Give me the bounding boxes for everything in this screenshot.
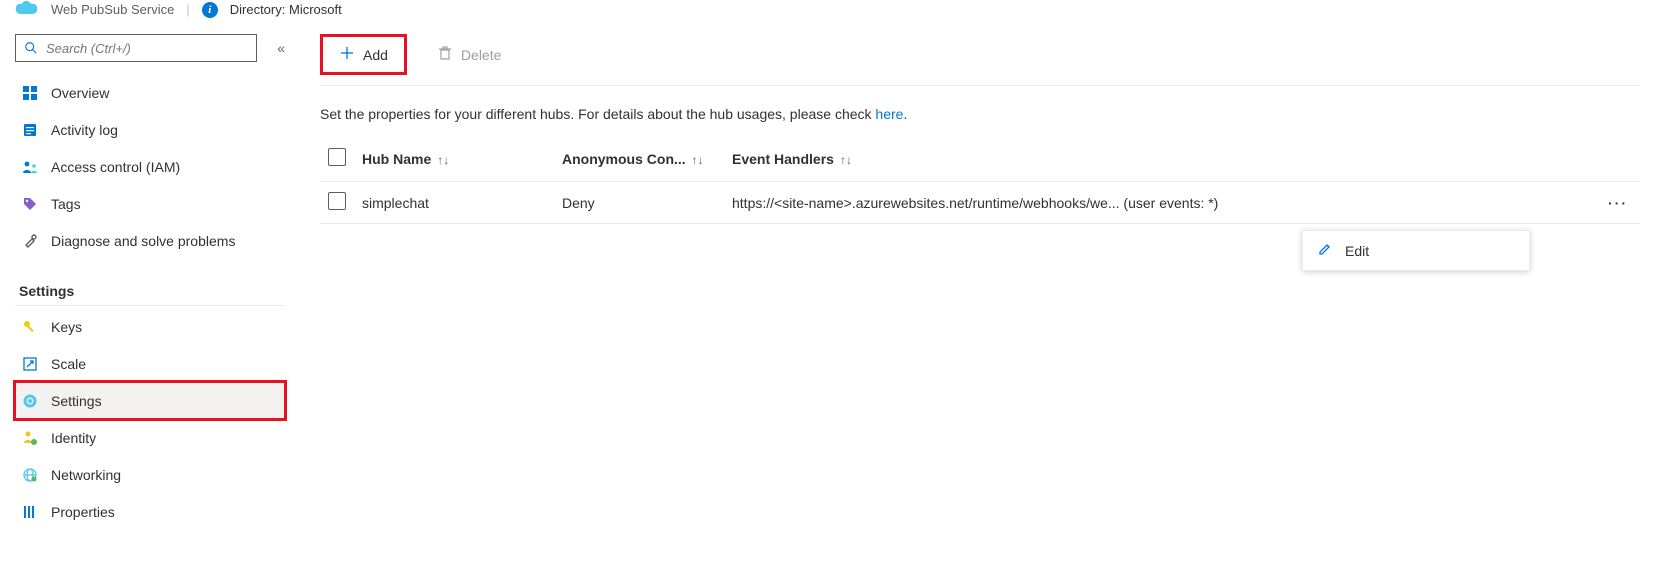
delete-button[interactable]: Delete (423, 39, 515, 70)
sidebar-search[interactable] (15, 34, 257, 62)
sidebar-item-label: Access control (IAM) (51, 159, 180, 175)
access-control-icon (21, 158, 39, 176)
toolbar: Add Delete (320, 24, 1640, 86)
identity-icon (21, 429, 39, 447)
context-menu-edit[interactable]: Edit (1303, 231, 1529, 270)
intro-text: Set the properties for your different hu… (320, 86, 1640, 136)
tags-icon (21, 195, 39, 213)
sidebar-item-label: Tags (51, 196, 81, 212)
service-type-label: Web PubSub Service (51, 2, 174, 17)
overview-icon (21, 84, 39, 102)
sidebar-item-keys[interactable]: Keys (15, 308, 285, 345)
checkbox-icon[interactable] (328, 148, 346, 166)
keys-icon (21, 318, 39, 336)
column-hub-name[interactable]: Hub Name↑↓ (354, 136, 554, 182)
sidebar-item-label: Properties (51, 504, 115, 520)
add-button[interactable]: Add (325, 39, 402, 70)
cell-anonymous: Deny (554, 182, 724, 224)
gear-icon (21, 392, 39, 410)
cell-hub-name: simplechat (354, 182, 554, 224)
cell-event-handlers: https://<site-name>.azurewebsites.net/ru… (724, 182, 1600, 224)
info-icon[interactable]: i (202, 2, 218, 18)
sidebar-item-label: Overview (51, 85, 109, 101)
sidebar-item-tags[interactable]: Tags (15, 185, 285, 222)
sidebar-item-label: Networking (51, 467, 121, 483)
sidebar-item-overview[interactable]: Overview (15, 74, 285, 111)
networking-icon (21, 466, 39, 484)
sidebar-item-label: Activity log (51, 122, 118, 138)
sidebar-item-label: Diagnose and solve problems (51, 233, 235, 249)
scale-icon (21, 355, 39, 373)
sidebar-item-networking[interactable]: Networking (15, 456, 285, 493)
context-menu-edit-label: Edit (1345, 243, 1369, 259)
row-more-button[interactable]: ··· (1608, 195, 1632, 211)
sort-icon: ↑↓ (840, 153, 852, 167)
sidebar-item-activity-log[interactable]: Activity log (15, 111, 285, 148)
sidebar-item-properties[interactable]: Properties (15, 493, 285, 530)
properties-icon (21, 503, 39, 521)
main-content: Add Delete Set the properties for your d… (300, 24, 1660, 540)
trash-icon (437, 45, 453, 64)
add-button-highlight: Add (320, 34, 407, 75)
service-icon (15, 0, 39, 19)
sidebar-item-settings[interactable]: Settings (15, 382, 285, 419)
sidebar-item-scale[interactable]: Scale (15, 345, 285, 382)
diagnose-icon (21, 232, 39, 250)
top-bar: Web PubSub Service | i Directory: Micros… (0, 0, 1660, 24)
add-button-label: Add (363, 47, 388, 63)
select-all-header[interactable] (320, 136, 354, 182)
table-row[interactable]: simplechat Deny https://<site-name>.azur… (320, 182, 1640, 224)
intro-link[interactable]: here (875, 106, 903, 122)
sidebar-item-identity[interactable]: Identity (15, 419, 285, 456)
sidebar-item-access-control[interactable]: Access control (IAM) (15, 148, 285, 185)
sort-icon: ↑↓ (692, 153, 704, 167)
column-anonymous[interactable]: Anonymous Con...↑↓ (554, 136, 724, 182)
collapse-sidebar-icon[interactable]: « (277, 40, 285, 56)
separator: | (186, 2, 189, 17)
directory-label: Directory: Microsoft (230, 2, 342, 17)
sidebar-item-label: Scale (51, 356, 86, 372)
activity-log-icon (21, 121, 39, 139)
sidebar-item-diagnose[interactable]: Diagnose and solve problems (15, 222, 285, 259)
column-event-handlers[interactable]: Event Handlers↑↓ (724, 136, 1600, 182)
sidebar-item-label: Identity (51, 430, 96, 446)
plus-icon (339, 45, 355, 64)
settings-section-header: Settings (15, 277, 285, 306)
delete-button-label: Delete (461, 47, 501, 63)
sidebar-search-input[interactable] (46, 41, 250, 56)
sidebar: « Overview Activity log Access control (… (0, 24, 300, 540)
context-menu: Edit (1302, 230, 1530, 271)
hubs-table: Hub Name↑↓ Anonymous Con...↑↓ Event Hand… (320, 136, 1640, 224)
edit-icon (1317, 241, 1333, 260)
sidebar-item-label: Keys (51, 319, 82, 335)
row-checkbox[interactable] (328, 192, 346, 210)
sort-icon: ↑↓ (437, 153, 449, 167)
sidebar-item-label: Settings (51, 393, 102, 409)
search-icon (22, 39, 40, 57)
